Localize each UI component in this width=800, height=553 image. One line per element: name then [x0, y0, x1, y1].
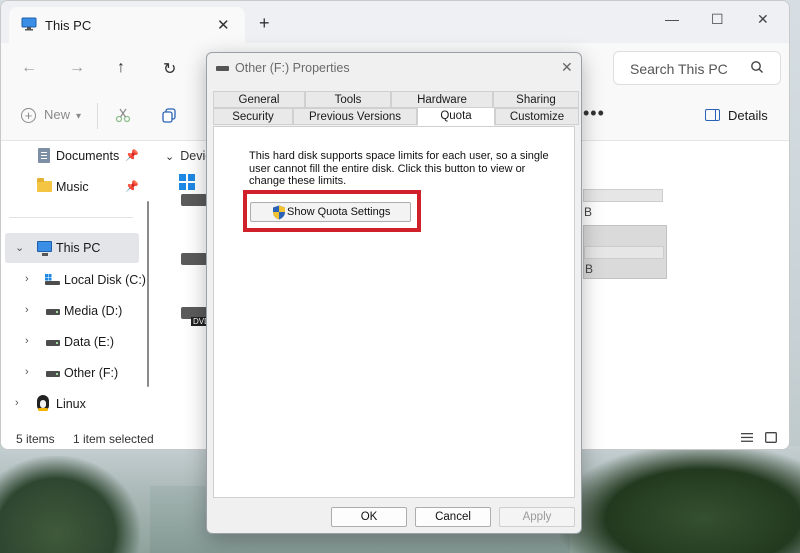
copy-icon[interactable] [161, 107, 177, 128]
drive-icon[interactable] [181, 194, 207, 206]
devices-section-header[interactable]: ⌄ Devic [165, 149, 211, 163]
tab-close-icon[interactable]: ✕ [217, 16, 230, 34]
tab-customize[interactable]: Customize [495, 108, 579, 125]
drive-icon [46, 340, 60, 346]
search-icon [750, 60, 764, 77]
title-bar: This PC ✕ + — ☐ ✕ [1, 1, 789, 43]
chevron-down-icon: ⌄ [165, 151, 175, 163]
sidebar-item-documents[interactable]: Documents 📌 [1, 141, 151, 171]
sidebar-item-other[interactable]: › Other (F:) [1, 358, 151, 388]
chevron-down-icon[interactable]: ⌄ [15, 241, 24, 254]
linux-penguin-icon [37, 395, 49, 411]
drive-icon[interactable] [181, 253, 207, 265]
dialog-title: Other (F:) Properties [235, 61, 350, 75]
windows-drive-icon [45, 274, 60, 285]
ok-button[interactable]: OK [331, 507, 407, 527]
dialog-close-button[interactable]: ✕ [561, 59, 573, 76]
details-view-icon[interactable] [741, 432, 753, 443]
sidebar-item-linux[interactable]: › Linux [1, 389, 151, 419]
selection-count: 1 item selected [73, 432, 154, 446]
pin-icon[interactable]: 📌 [125, 149, 139, 162]
item-count: 5 items [16, 432, 55, 446]
sidebar-item-label: Media (D:) [64, 304, 123, 318]
computer-icon [37, 241, 52, 256]
sidebar-item-label: Documents [56, 149, 120, 163]
tab-security[interactable]: Security [213, 108, 293, 125]
drive-properties-dialog: Other (F:) Properties ✕ General Tools Ha… [206, 52, 582, 534]
new-tab-button[interactable]: + [259, 14, 270, 32]
drive-icon [216, 66, 229, 71]
drive-icon [46, 371, 60, 377]
tab-quota[interactable]: Quota [417, 107, 495, 126]
back-arrow-icon[interactable]: ← [21, 59, 37, 77]
tab-general[interactable]: General [213, 91, 305, 108]
sidebar-item-label: Data (E:) [64, 335, 115, 349]
windows-logo-icon [179, 174, 195, 190]
chevron-right-icon[interactable]: › [25, 273, 29, 285]
sidebar-item-label: This PC [56, 241, 101, 255]
details-label: Details [728, 108, 768, 123]
search-placeholder: Search This PC [630, 61, 728, 77]
maximize-button[interactable]: ☐ [711, 11, 724, 28]
apply-button[interactable]: Apply [499, 507, 575, 527]
plus-icon: + [21, 108, 36, 124]
chevron-right-icon[interactable]: › [25, 366, 29, 378]
drive-size-text: B [584, 205, 593, 219]
chevron-down-icon: ▾ [76, 111, 82, 122]
search-box[interactable]: Search This PC [613, 51, 781, 85]
selected-drive-tile[interactable]: B [583, 225, 667, 279]
chevron-right-icon[interactable]: › [15, 397, 19, 409]
sidebar-item-data[interactable]: › Data (E:) [1, 327, 151, 357]
wallpaper-tree-right [560, 446, 800, 553]
sidebar-divider [9, 217, 133, 218]
quota-button-label: Show Quota Settings [287, 206, 391, 218]
tab-this-pc[interactable]: This PC ✕ [9, 7, 245, 43]
tiles-view-icon[interactable] [765, 432, 777, 443]
close-window-button[interactable]: ✕ [757, 11, 769, 28]
show-quota-settings-button[interactable]: Show Quota Settings [250, 202, 411, 222]
computer-icon [21, 17, 37, 35]
new-button[interactable]: + New ▾ [21, 107, 82, 124]
tab-hardware[interactable]: Hardware [391, 91, 493, 108]
property-tabs: General Tools Hardware Sharing Security … [213, 91, 579, 127]
sidebar-item-media[interactable]: › Media (D:) [1, 296, 151, 326]
forward-arrow-icon[interactable]: → [69, 59, 85, 77]
details-pane-icon [705, 109, 720, 121]
refresh-icon[interactable]: ↻ [163, 59, 176, 79]
sidebar-item-music[interactable]: Music 📌 [1, 172, 151, 202]
up-arrow-icon[interactable]: ↑ [117, 59, 125, 77]
drive-usage-bar [584, 246, 664, 259]
details-pane-button[interactable]: Details [705, 108, 768, 123]
pin-icon[interactable]: 📌 [125, 180, 139, 193]
chevron-right-icon[interactable]: › [25, 335, 29, 347]
sidebar-item-this-pc[interactable]: ⌄ This PC [5, 233, 139, 263]
cut-icon[interactable] [115, 107, 131, 128]
sidebar-item-label: Local Disk (C:) [64, 273, 146, 287]
chevron-right-icon[interactable]: › [25, 304, 29, 316]
wallpaper-tree-left [0, 456, 140, 553]
navigation-pane: Documents 📌 Music 📌 ⌄ This PC › Local Di… [1, 141, 155, 426]
sidebar-scrollbar[interactable] [147, 201, 149, 387]
more-options-button[interactable]: ••• [583, 103, 605, 124]
drive-icon [46, 309, 60, 315]
sidebar-item-label: Linux [56, 397, 86, 411]
new-label: New [44, 107, 71, 122]
quota-tab-panel: This hard disk supports space limits for… [213, 126, 575, 498]
quota-description: This hard disk supports space limits for… [249, 150, 549, 187]
sidebar-item-label: Music [56, 180, 89, 194]
tab-sharing[interactable]: Sharing [493, 91, 579, 108]
music-folder-icon [37, 178, 52, 192]
uac-shield-icon [272, 205, 286, 220]
drive-size-text: B [585, 262, 594, 276]
sidebar-item-label: Other (F:) [64, 366, 119, 380]
tab-tools[interactable]: Tools [305, 91, 391, 108]
minimize-button[interactable]: — [665, 11, 679, 27]
tab-title: This PC [45, 18, 92, 33]
documents-icon [38, 148, 50, 163]
tab-previous-versions[interactable]: Previous Versions [293, 108, 417, 125]
toolbar-divider [97, 103, 98, 129]
drive-usage-bar [583, 189, 663, 202]
sidebar-item-local-disk[interactable]: › Local Disk (C:) [1, 265, 151, 295]
cancel-button[interactable]: Cancel [415, 507, 491, 527]
